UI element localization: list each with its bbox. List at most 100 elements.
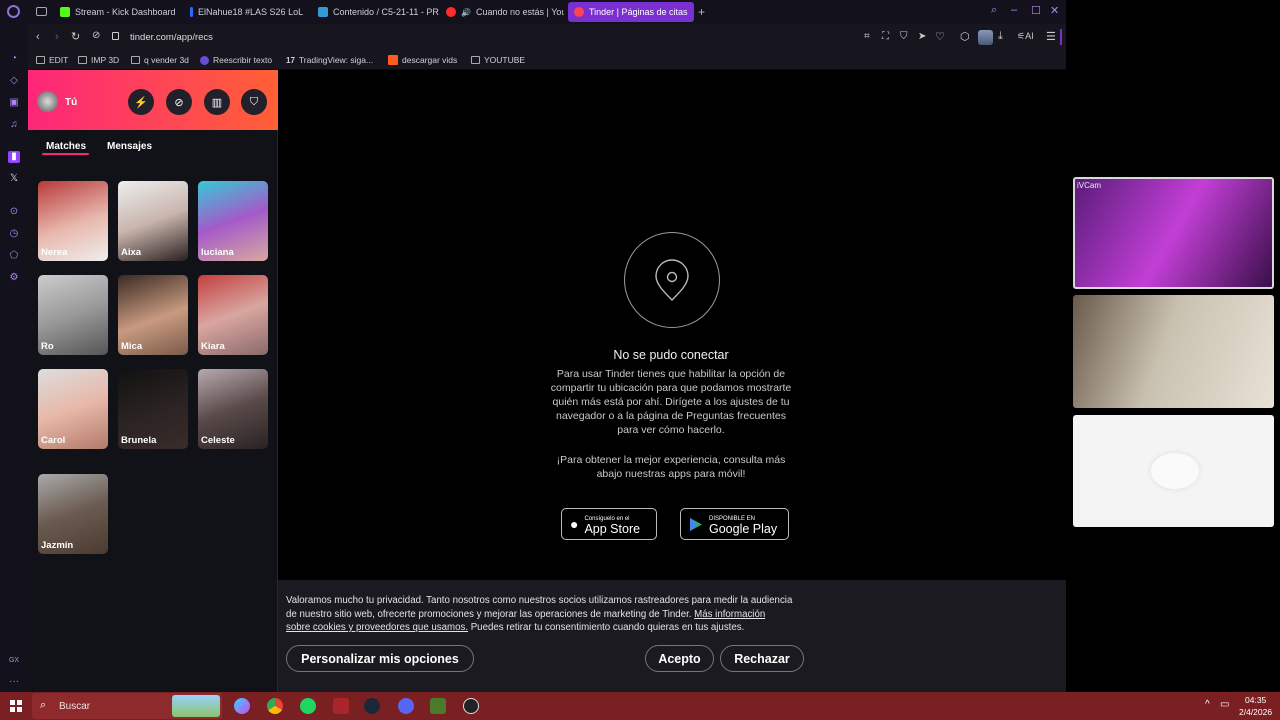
tab-messages[interactable]: Mensajes xyxy=(107,141,152,152)
taskbar-search[interactable]: ⌕ Buscar xyxy=(32,693,222,719)
webcam-feed-face xyxy=(1073,295,1274,408)
taskbar-app-icon[interactable] xyxy=(430,698,446,714)
new-tab-button[interactable]: + xyxy=(698,5,705,19)
twitch-icon[interactable]: ▮ xyxy=(8,151,20,163)
accept-button[interactable]: Acepto xyxy=(645,645,714,672)
easy-setup-icon[interactable]: ☰ xyxy=(1046,30,1056,43)
chrome-icon[interactable] xyxy=(267,698,283,714)
extensions-icon[interactable]: ⬠ xyxy=(8,250,20,262)
bookmark-label: YOUTUBE xyxy=(484,55,526,65)
bookmark-vender3d[interactable]: q vender 3d xyxy=(131,55,189,65)
safety-shield-button[interactable]: ⛉ xyxy=(241,89,267,115)
more-icon[interactable]: ··· xyxy=(8,676,20,688)
tinder-page: Tú ⚡ ⊘ ▥ ⛉ Matches Mensajes Nerea Aixa l… xyxy=(28,70,1066,692)
bookmark-tradingview[interactable]: 17 TradingView: siga... xyxy=(286,55,373,65)
tray-chevron-icon[interactable]: ^ xyxy=(1205,699,1210,710)
vpn-icon[interactable]: ⊘ xyxy=(92,30,100,41)
download-icon[interactable]: ⤓ xyxy=(998,30,1003,43)
tab-label: ElNahue18 #LAS S26 LoL xyxy=(198,7,304,17)
search-tabs-icon[interactable]: ⌕ xyxy=(991,4,997,17)
app-store-button[interactable]: ● Consíguelo en el App Store xyxy=(561,508,657,540)
url-field[interactable]: tinder.com/app/recs xyxy=(130,32,213,43)
briefcase-button[interactable]: ▥ xyxy=(204,89,230,115)
reject-button[interactable]: Rechazar xyxy=(720,645,804,672)
match-card[interactable]: Jazmín xyxy=(38,474,108,554)
opera-gx-taskbar-icon[interactable] xyxy=(333,698,349,714)
minimize-button[interactable]: – xyxy=(1011,4,1017,16)
match-card[interactable]: Kiara xyxy=(198,275,268,355)
cookie-line: Puedes retirar tu consentimiento cuando … xyxy=(470,622,745,633)
spotify-icon[interactable] xyxy=(300,698,316,714)
bookmark-descargar[interactable]: descargar vids xyxy=(388,55,457,65)
overlay-logo xyxy=(1151,453,1199,489)
history-icon[interactable]: ◷ xyxy=(8,228,20,240)
match-name: Celeste xyxy=(201,435,235,446)
forward-icon[interactable]: › xyxy=(55,31,59,43)
ai-icon[interactable]: ⚟AI xyxy=(1017,31,1034,42)
boost-button[interactable]: ⚡ xyxy=(128,89,154,115)
player-icon[interactable]: ⊙ xyxy=(8,206,20,218)
match-name: Nerea xyxy=(41,247,68,258)
bookmark-reescribir[interactable]: Reescribir texto xyxy=(200,55,272,65)
speaker-icon[interactable]: 🔊 xyxy=(461,8,471,17)
snapshot-icon[interactable]: ⛶ xyxy=(882,31,889,42)
aria-icon[interactable]: ◇ xyxy=(8,75,20,87)
close-button[interactable]: ✕ xyxy=(1050,4,1059,17)
shield-icon[interactable]: ⛉ xyxy=(900,31,908,42)
music-icon[interactable]: ♫ xyxy=(8,119,20,131)
tab-tinder[interactable]: Tinder | Páginas de citas xyxy=(568,2,694,22)
google-play-button[interactable]: DISPONIBLE EN Google Play xyxy=(680,508,789,540)
tab-kick[interactable]: Stream - Kick Dashboard xyxy=(54,2,182,22)
match-name: Aixa xyxy=(121,247,142,258)
network-icon[interactable]: ▭ xyxy=(1220,699,1229,710)
match-card[interactable]: Celeste xyxy=(198,369,268,449)
match-card[interactable]: Mica xyxy=(118,275,188,355)
match-name: Kiara xyxy=(201,341,225,352)
profile-avatar[interactable] xyxy=(978,30,993,45)
tab-youtube[interactable]: 🔊 Cuando no estás | You xyxy=(440,2,564,22)
tab-menu-icon[interactable] xyxy=(36,7,47,16)
profile-name[interactable]: Tú xyxy=(65,97,77,108)
cookie-info-link[interactable]: Más información xyxy=(694,609,765,620)
speed-dial-icon[interactable]: ◔ xyxy=(8,53,20,65)
bookmark-youtube[interactable]: YOUTUBE xyxy=(471,55,525,65)
bookmark-imp3d[interactable]: IMP 3D xyxy=(78,55,119,65)
copilot-icon[interactable] xyxy=(234,698,250,714)
explore-compass-button[interactable]: ⊘ xyxy=(166,89,192,115)
obs-icon[interactable] xyxy=(463,698,479,714)
opera-logo-icon[interactable] xyxy=(7,5,20,18)
bookmark-edit[interactable]: EDIT xyxy=(36,55,68,65)
search-highlight-image xyxy=(172,695,220,717)
folder-icon xyxy=(131,56,140,64)
tradingview-icon: 17 xyxy=(286,55,295,65)
cookie-providers-link[interactable]: sobre cookies y proveedores que usamos. xyxy=(286,622,468,633)
reload-icon[interactable]: ↻ xyxy=(71,30,80,43)
extension-puzzle-icon[interactable]: ⬡ xyxy=(960,30,970,43)
user-avatar[interactable] xyxy=(37,91,58,112)
tab-matches[interactable]: Matches xyxy=(46,141,86,152)
match-card[interactable]: Aixa xyxy=(118,181,188,261)
discord-icon[interactable] xyxy=(398,698,414,714)
settings-gear-icon[interactable]: ⚙ xyxy=(8,272,20,284)
match-card[interactable]: Brunela xyxy=(118,369,188,449)
clock-time[interactable]: 04:35 xyxy=(1245,695,1266,705)
tab-contenido[interactable]: Contenido / C5-21-11 - PR xyxy=(312,2,440,22)
docs-icon xyxy=(318,7,328,17)
customize-options-button[interactable]: Personalizar mis opciones xyxy=(286,645,474,672)
send-icon[interactable]: ➤ xyxy=(918,31,926,42)
clock-date[interactable]: 2/4/2026 xyxy=(1239,707,1272,717)
gx-icon[interactable]: GX xyxy=(8,655,20,667)
match-card[interactable]: luciana xyxy=(198,181,268,261)
steam-icon[interactable] xyxy=(364,698,380,714)
match-card[interactable]: Carol xyxy=(38,369,108,449)
match-card[interactable]: Ro xyxy=(38,275,108,355)
maximize-button[interactable]: ☐ xyxy=(1031,4,1041,17)
block-icon[interactable]: ⌗ xyxy=(864,31,870,42)
back-icon[interactable]: ‹ xyxy=(36,31,40,43)
x-twitter-icon[interactable]: 𝕏 xyxy=(8,173,20,185)
tab-lol[interactable]: ElNahue18 #LAS S26 LoL xyxy=(184,2,312,22)
match-card[interactable]: Nerea xyxy=(38,181,108,261)
heart-icon[interactable]: ♡ xyxy=(935,30,945,43)
messenger-icon[interactable]: ▣ xyxy=(8,97,20,109)
windows-start-icon[interactable] xyxy=(10,700,22,712)
